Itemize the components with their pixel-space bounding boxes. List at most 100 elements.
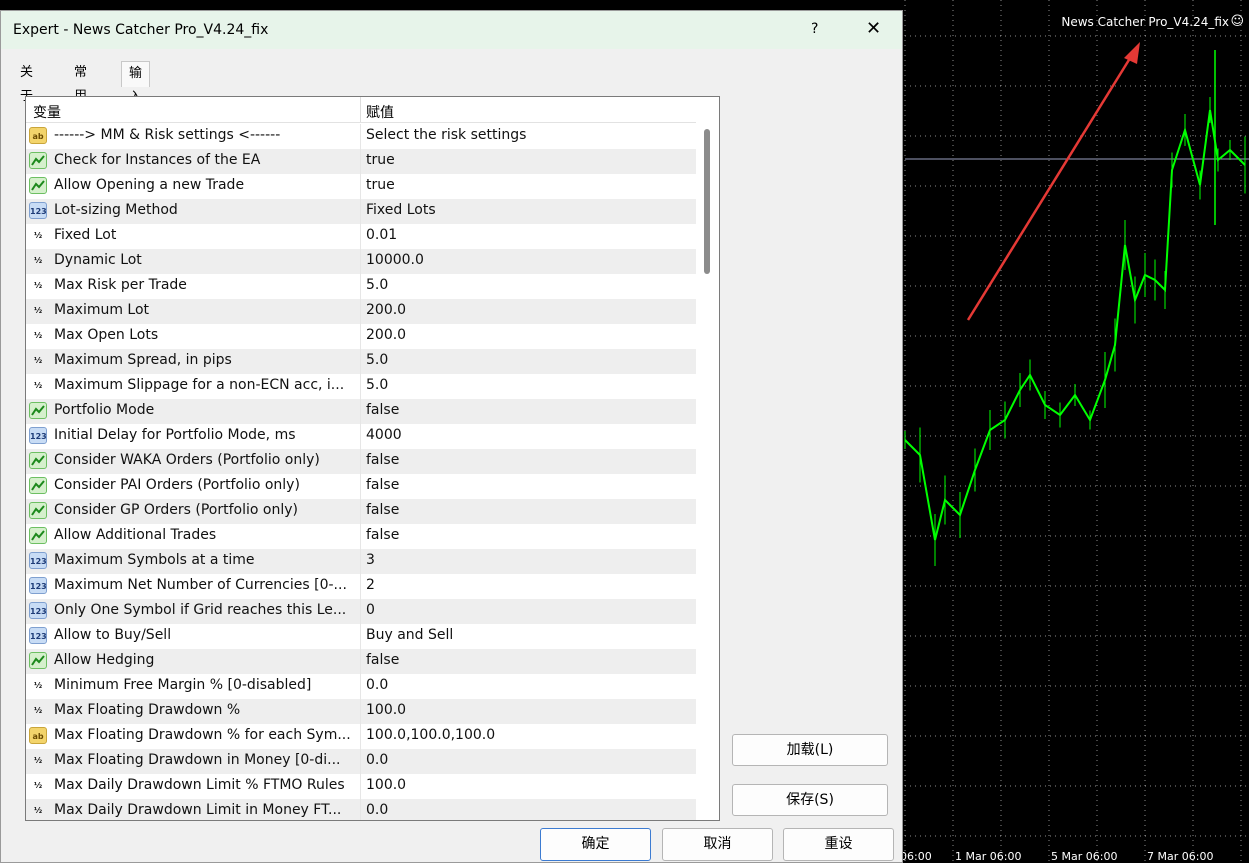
- parameter-value[interactable]: false: [366, 402, 399, 418]
- tab-inputs[interactable]: 输入参数: [121, 61, 151, 153]
- parameter-value[interactable]: false: [366, 502, 399, 518]
- dialog-titlebar[interactable]: Expert - News Catcher Pro_V4.24_fix ? ✕: [1, 11, 902, 49]
- cell-divider: [360, 599, 361, 624]
- column-header-variable[interactable]: 变量: [33, 102, 61, 122]
- parameter-value[interactable]: 5.0: [366, 277, 388, 293]
- tab-about[interactable]: 关于: [13, 61, 40, 104]
- price-series-line: [904, 109, 1246, 541]
- parameter-value[interactable]: false: [366, 477, 399, 493]
- input-parameters-table: 变量 赋值 ab ------> MM & Risk settings <----…: [25, 96, 720, 821]
- parameter-value[interactable]: Select the risk settings: [366, 127, 526, 143]
- parameter-row[interactable]: Consider PAI Orders (Portfolio only) fals…: [26, 474, 696, 499]
- parameter-row[interactable]: 123 Initial Delay for Portfolio Mode, ms 4…: [26, 424, 696, 449]
- parameter-value[interactable]: 100.0: [366, 702, 406, 718]
- column-header-value[interactable]: 赋值: [366, 102, 394, 122]
- parameter-row[interactable]: ½ Max Open Lots 200.0: [26, 324, 696, 349]
- parameter-row[interactable]: Allow Hedging false: [26, 649, 696, 674]
- parameter-row[interactable]: ab Max Floating Drawdown % for each Sym..…: [26, 724, 696, 749]
- parameter-value[interactable]: 0.0: [366, 752, 388, 768]
- cell-divider: [360, 799, 361, 820]
- cell-divider: [360, 699, 361, 724]
- parameter-value[interactable]: Fixed Lots: [366, 202, 436, 218]
- parameter-row[interactable]: ab ------> MM & Risk settings <------ Sele…: [26, 124, 696, 149]
- parameter-value[interactable]: 2: [366, 577, 375, 593]
- double-type-icon: ½: [33, 681, 43, 690]
- cell-divider: [360, 124, 361, 149]
- parameter-row[interactable]: 123 Maximum Net Number of Currencies [0-.…: [26, 574, 696, 599]
- parameter-value[interactable]: 200.0: [366, 302, 406, 318]
- column-divider[interactable]: [360, 97, 361, 122]
- close-icon[interactable]: ✕: [866, 18, 881, 39]
- parameter-row[interactable]: Check for Instances of the EA true: [26, 149, 696, 174]
- cancel-button[interactable]: 取消: [662, 828, 773, 861]
- parameter-value[interactable]: 5.0: [366, 352, 388, 368]
- parameter-row[interactable]: ½ Dynamic Lot 10000.0: [26, 249, 696, 274]
- parameter-row[interactable]: Allow Opening a new Trade true: [26, 174, 696, 199]
- parameter-row[interactable]: ½ Max Floating Drawdown in Money [0-di...…: [26, 749, 696, 774]
- parameter-value[interactable]: 3: [366, 552, 375, 568]
- cell-divider: [360, 274, 361, 299]
- parameter-value[interactable]: Buy and Sell: [366, 627, 453, 643]
- parameter-row[interactable]: 123 Lot-sizing Method Fixed Lots: [26, 199, 696, 224]
- parameter-row[interactable]: Allow Additional Trades false: [26, 524, 696, 549]
- integer-type-icon: 123: [29, 627, 47, 644]
- parameter-value[interactable]: 100.0: [366, 777, 406, 793]
- text-type-icon: ab: [29, 727, 47, 744]
- parameter-value[interactable]: false: [366, 452, 399, 468]
- time-axis-label: 5 Mar 06:00: [1051, 850, 1118, 863]
- load-button[interactable]: 加载(L): [732, 734, 888, 766]
- parameter-name: Max Daily Drawdown Limit in Money FT...: [54, 802, 342, 818]
- parameter-row[interactable]: 123 Allow to Buy/Sell Buy and Sell: [26, 624, 696, 649]
- parameter-value[interactable]: 100.0,100.0,100.0: [366, 727, 495, 743]
- parameter-value[interactable]: 4000: [366, 427, 402, 443]
- parameter-row[interactable]: ½ Maximum Slippage for a non-ECN acc, i..…: [26, 374, 696, 399]
- parameter-row[interactable]: 123 Only One Symbol if Grid reaches this …: [26, 599, 696, 624]
- parameter-row[interactable]: ½ Max Daily Drawdown Limit in Money FT...…: [26, 799, 696, 820]
- parameter-value[interactable]: 0: [366, 602, 375, 618]
- parameter-row[interactable]: Portfolio Mode false: [26, 399, 696, 424]
- parameter-row[interactable]: ½ Max Floating Drawdown % 100.0: [26, 699, 696, 724]
- parameter-name: Maximum Slippage for a non-ECN acc, i...: [54, 377, 345, 393]
- parameter-name: Max Floating Drawdown in Money [0-di...: [54, 752, 341, 768]
- parameter-value[interactable]: true: [366, 152, 395, 168]
- parameter-value[interactable]: false: [366, 527, 399, 543]
- parameter-value[interactable]: 200.0: [366, 327, 406, 343]
- parameter-value[interactable]: 10000.0: [366, 252, 424, 268]
- parameter-name: Lot-sizing Method: [54, 202, 178, 218]
- ok-button[interactable]: 确定: [540, 828, 651, 861]
- double-type-icon: ½: [33, 256, 43, 265]
- parameter-row[interactable]: Consider WAKA Orders (Portfolio only) fal…: [26, 449, 696, 474]
- parameter-row[interactable]: ½ Max Daily Drawdown Limit % FTMO Rules 10…: [26, 774, 696, 799]
- parameter-row[interactable]: ½ Fixed Lot 0.01: [26, 224, 696, 249]
- parameter-row[interactable]: 123 Maximum Symbols at a time 3: [26, 549, 696, 574]
- scrollbar-thumb[interactable]: [704, 129, 710, 274]
- tab-common[interactable]: 常用: [67, 61, 94, 104]
- parameter-row[interactable]: ½ Maximum Spread, in pips 5.0: [26, 349, 696, 374]
- parameter-name: Max Open Lots: [54, 327, 159, 343]
- parameter-value[interactable]: 5.0: [366, 377, 388, 393]
- integer-type-icon: 123: [29, 427, 47, 444]
- double-type-icon: ½: [33, 756, 43, 765]
- parameter-name: Maximum Symbols at a time: [54, 552, 255, 568]
- parameter-value[interactable]: true: [366, 177, 395, 193]
- boolean-type-icon: [29, 502, 47, 519]
- cell-divider: [360, 774, 361, 799]
- parameter-row[interactable]: ½ Max Risk per Trade 5.0: [26, 274, 696, 299]
- parameter-value[interactable]: 0.01: [366, 227, 397, 243]
- parameter-value[interactable]: false: [366, 652, 399, 668]
- parameter-value[interactable]: 0.0: [366, 802, 388, 818]
- parameter-row[interactable]: ½ Maximum Lot 200.0: [26, 299, 696, 324]
- parameter-value[interactable]: 0.0: [366, 677, 388, 693]
- double-type-icon: ½: [33, 231, 43, 240]
- cell-divider: [360, 299, 361, 324]
- help-button[interactable]: ?: [811, 21, 818, 37]
- expert-properties-dialog: Expert - News Catcher Pro_V4.24_fix ? ✕ …: [0, 10, 903, 863]
- save-button[interactable]: 保存(S): [732, 784, 888, 816]
- parameter-row[interactable]: ½ Minimum Free Margin % [0-disabled] 0.0: [26, 674, 696, 699]
- reset-button[interactable]: 重设: [783, 828, 894, 861]
- parameter-name: Portfolio Mode: [54, 402, 155, 418]
- cell-divider: [360, 474, 361, 499]
- parameter-row[interactable]: Consider GP Orders (Portfolio only) false: [26, 499, 696, 524]
- vertical-scrollbar[interactable]: [701, 97, 713, 820]
- boolean-type-icon: [29, 177, 47, 194]
